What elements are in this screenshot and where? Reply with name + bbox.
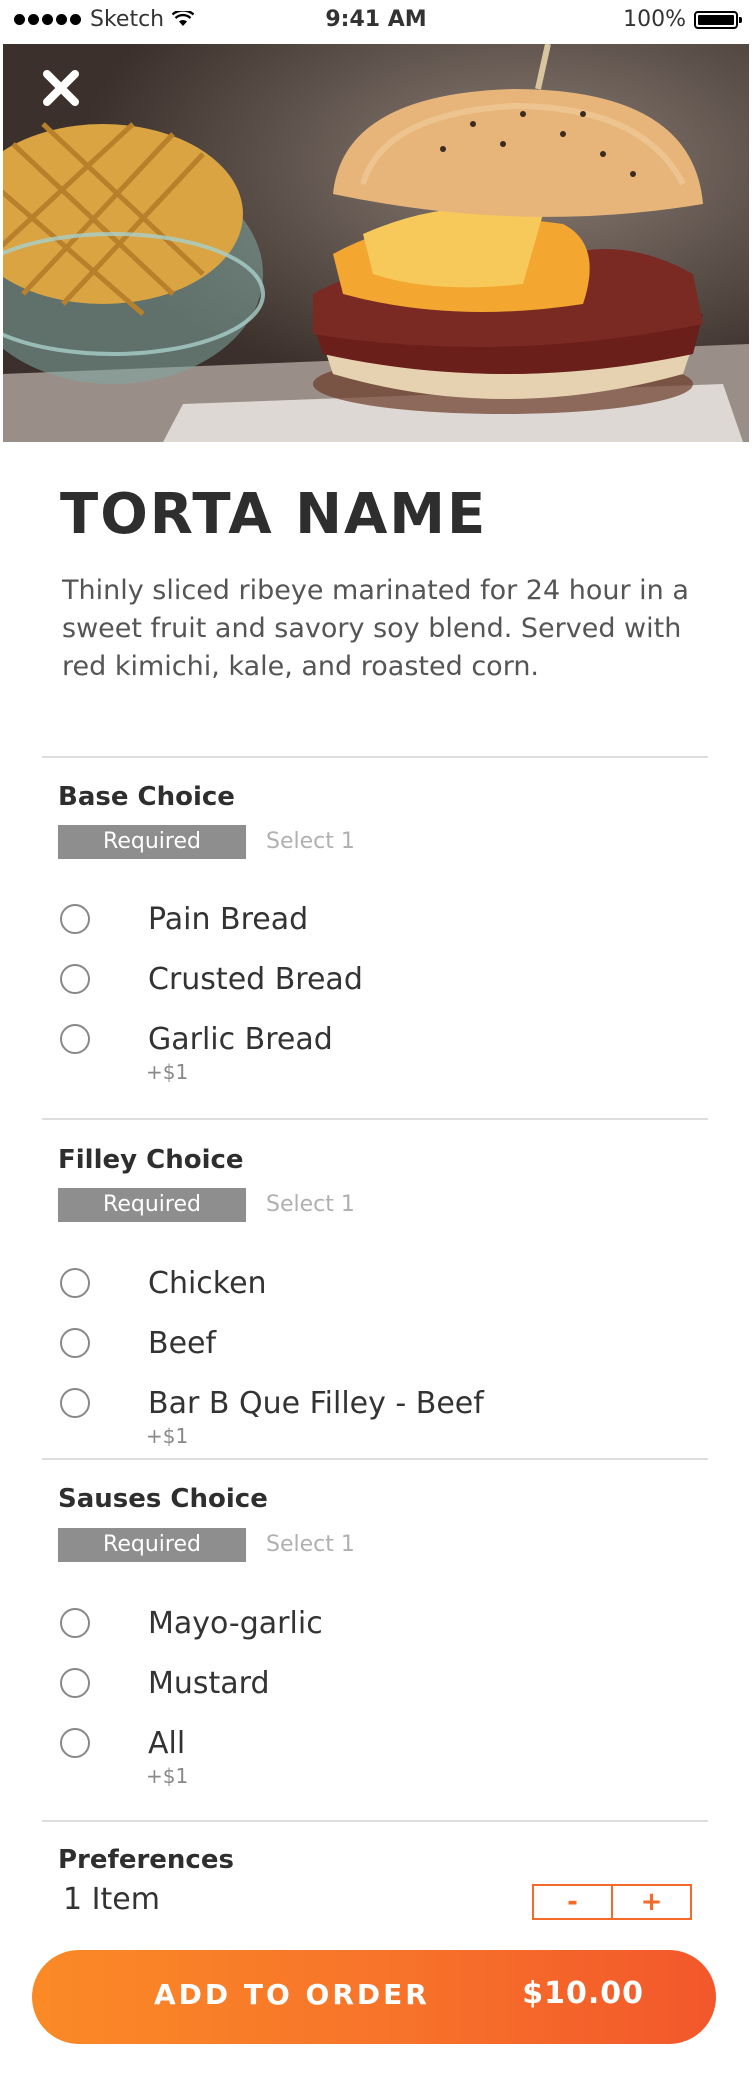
preferences-title: Preferences <box>58 1845 234 1875</box>
radio-button[interactable] <box>60 1388 90 1418</box>
add-to-order-button[interactable]: ADD TO ORDER $10.00 <box>32 1950 716 2044</box>
radio-button[interactable] <box>60 964 90 994</box>
select-hint: Select 1 <box>266 1192 355 1217</box>
option-label: Beef <box>148 1326 217 1361</box>
option-label: All <box>148 1726 186 1761</box>
burger-illustration <box>3 44 749 442</box>
divider <box>42 1820 708 1822</box>
decrement-button[interactable]: - <box>534 1886 613 1918</box>
required-badge: Required <box>58 1528 246 1562</box>
radio-button[interactable] <box>60 1668 90 1698</box>
item-description: Thinly sliced ribeye marinated for 24 ho… <box>62 575 689 682</box>
add-to-order-label: ADD TO ORDER <box>154 1978 430 2011</box>
battery-percent: 100% <box>623 7 686 32</box>
option-label: Bar B Que Filley - Beef <box>148 1386 484 1421</box>
option-label: Mayo-garlic <box>148 1606 323 1641</box>
increment-button[interactable]: + <box>613 1886 690 1918</box>
filley-choice-title: Filley Choice <box>58 1145 244 1175</box>
option-crusted-bread[interactable]: Crusted Bread <box>60 962 660 1002</box>
radio-button[interactable] <box>60 1268 90 1298</box>
item-title: TORTA NAME <box>60 482 488 547</box>
status-right: 100% <box>623 7 742 32</box>
close-icon <box>43 70 79 106</box>
quantity-text: 1 Item <box>63 1882 160 1917</box>
radio-button[interactable] <box>60 1608 90 1638</box>
required-badge: Required <box>58 1188 246 1222</box>
option-label: Mustard <box>148 1666 270 1701</box>
base-choice-title: Base Choice <box>58 782 235 812</box>
sauses-choice-title: Sauses Choice <box>58 1484 268 1514</box>
option-price: +$1 <box>146 1424 189 1448</box>
select-hint: Select 1 <box>266 1532 355 1557</box>
option-price: +$1 <box>146 1060 189 1084</box>
radio-button[interactable] <box>60 1024 90 1054</box>
select-hint: Select 1 <box>266 829 355 854</box>
option-label: Garlic Bread <box>148 1022 333 1057</box>
status-bar: Sketch 9:41 AM 100% <box>0 0 752 42</box>
close-button[interactable] <box>37 64 85 112</box>
battery-icon <box>694 10 742 29</box>
option-garlic-bread[interactable]: Garlic Bread <box>60 1022 660 1062</box>
option-price: +$1 <box>146 1764 189 1788</box>
option-bbq-beef[interactable]: Bar B Que Filley - Beef <box>60 1386 660 1426</box>
radio-button[interactable] <box>60 1328 90 1358</box>
radio-button[interactable] <box>60 904 90 934</box>
radio-button[interactable] <box>60 1728 90 1758</box>
option-label: Chicken <box>148 1266 267 1301</box>
option-mayo-garlic[interactable]: Mayo-garlic <box>60 1606 660 1646</box>
divider <box>42 1118 708 1120</box>
divider <box>42 756 708 758</box>
order-price: $10.00 <box>522 1976 644 2011</box>
option-label: Pain Bread <box>148 902 309 937</box>
option-label: Crusted Bread <box>148 962 363 997</box>
required-badge: Required <box>58 825 246 859</box>
option-mustard[interactable]: Mustard <box>60 1666 660 1706</box>
divider <box>42 1458 708 1460</box>
option-all[interactable]: All <box>60 1726 660 1766</box>
quantity-stepper: - + <box>532 1884 692 1920</box>
option-chicken[interactable]: Chicken <box>60 1266 660 1306</box>
option-beef[interactable]: Beef <box>60 1326 660 1366</box>
hero-image <box>3 44 749 442</box>
option-pain-bread[interactable]: Pain Bread <box>60 902 660 942</box>
